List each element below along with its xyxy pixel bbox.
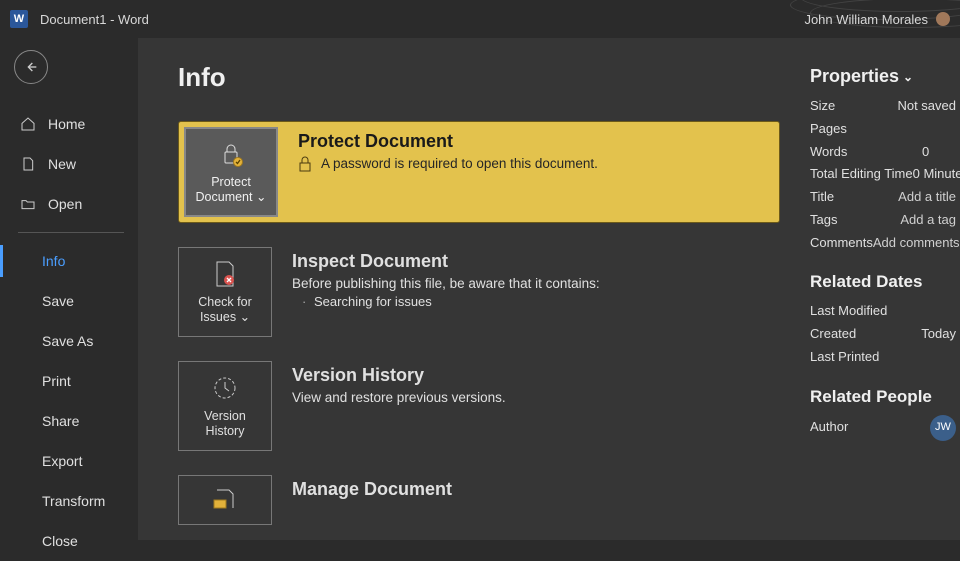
inspect-heading: Inspect Document xyxy=(292,251,600,272)
sidebar-label: Info xyxy=(42,253,65,269)
sidebar-item-save[interactable]: Save xyxy=(0,281,138,321)
author-avatar-icon[interactable]: JW xyxy=(930,415,956,441)
prop-key: Words xyxy=(810,141,922,164)
version-section: Version History Version History View and… xyxy=(178,361,810,451)
prop-row-title[interactable]: TitleAdd a title xyxy=(810,186,956,209)
prop-value[interactable]: Add a title xyxy=(898,186,956,209)
sidebar-item-share[interactable]: Share xyxy=(0,401,138,441)
sidebar-item-close[interactable]: Close xyxy=(0,521,138,561)
user-name: John William Morales xyxy=(804,12,928,27)
properties-panel: Properties ⌄ SizeNot saved Pages Words0 … xyxy=(810,62,960,540)
protect-section: Protect Document ⌄ Protect Document A pa… xyxy=(178,121,780,223)
sidebar-label: Home xyxy=(48,116,85,132)
prop-row-tags[interactable]: TagsAdd a tag xyxy=(810,209,956,232)
sidebar-label: Print xyxy=(42,373,71,389)
sidebar-item-info[interactable]: Info xyxy=(0,241,138,281)
version-history-button[interactable]: Version History xyxy=(178,361,272,451)
folder-open-icon xyxy=(20,196,36,212)
backstage-sidebar: Home New Open Info Save Save As Print Sh… xyxy=(0,38,138,540)
prop-key: Author xyxy=(810,416,922,439)
prop-row-words: Words0 xyxy=(810,141,956,164)
new-doc-icon xyxy=(20,156,36,172)
chevron-down-icon: ⌄ xyxy=(256,190,266,204)
sidebar-item-new[interactable]: New xyxy=(0,144,138,184)
manage-doc-icon xyxy=(212,484,238,514)
prop-row-comments[interactable]: CommentsAdd comments xyxy=(810,232,956,255)
prop-key: Pages xyxy=(810,118,922,141)
sidebar-item-save-as[interactable]: Save As xyxy=(0,321,138,361)
prop-key: Last Printed xyxy=(810,346,922,369)
sidebar-item-transform[interactable]: Transform xyxy=(0,481,138,521)
page-title: Info xyxy=(178,62,810,93)
lock-shield-icon xyxy=(218,139,244,169)
prop-row-pages: Pages xyxy=(810,118,956,141)
sidebar-item-open[interactable]: Open xyxy=(0,184,138,224)
prop-value[interactable]: Add a tag xyxy=(900,209,956,232)
back-button[interactable] xyxy=(14,50,48,84)
document-title: Document1 - Word xyxy=(40,12,149,27)
sidebar-item-print[interactable]: Print xyxy=(0,361,138,401)
related-people-heading: Related People xyxy=(810,387,956,407)
button-label: Version History xyxy=(183,409,267,439)
inspect-doc-icon xyxy=(212,259,238,289)
protect-desc: A password is required to open this docu… xyxy=(321,156,598,171)
lock-icon xyxy=(298,156,312,172)
prop-key: Created xyxy=(810,323,921,346)
history-icon xyxy=(211,373,239,403)
arrow-left-icon xyxy=(23,59,39,75)
sidebar-label: New xyxy=(48,156,76,172)
sidebar-label: Share xyxy=(42,413,79,429)
prop-row-author: Author JW xyxy=(810,415,956,441)
protect-heading: Protect Document xyxy=(298,131,598,152)
inspect-section: Check for Issues ⌄ Inspect Document Befo… xyxy=(178,247,810,337)
user-area[interactable]: John William Morales xyxy=(804,12,950,27)
version-desc: View and restore previous versions. xyxy=(292,390,506,405)
prop-value: Today xyxy=(921,323,956,346)
manage-heading: Manage Document xyxy=(292,479,452,500)
prop-value: 0 xyxy=(922,141,929,164)
prop-key: Last Modified xyxy=(810,300,922,323)
sidebar-label: Export xyxy=(42,453,82,469)
sidebar-item-export[interactable]: Export xyxy=(0,441,138,481)
properties-label: Properties xyxy=(810,66,899,87)
sidebar-divider xyxy=(18,232,124,233)
home-icon xyxy=(20,116,36,132)
word-app-icon: W xyxy=(10,10,28,28)
sidebar-label: Transform xyxy=(42,493,105,509)
inspect-subitem: Searching for issues xyxy=(292,294,600,309)
prop-key: Title xyxy=(810,186,898,209)
related-dates-heading: Related Dates xyxy=(810,272,956,292)
prop-row-last-printed: Last Printed xyxy=(810,346,956,369)
inspect-desc: Before publishing this file, be aware th… xyxy=(292,276,600,291)
prop-key: Total Editing Time xyxy=(810,163,913,186)
user-avatar-icon xyxy=(936,12,950,26)
manage-document-button[interactable] xyxy=(178,475,272,525)
manage-section: Manage Document xyxy=(178,475,810,525)
sidebar-label: Save xyxy=(42,293,74,309)
button-label: Protect Document xyxy=(196,175,253,204)
properties-heading[interactable]: Properties ⌄ xyxy=(810,66,956,87)
sidebar-label: Save As xyxy=(42,333,93,349)
title-bar: W Document1 - Word John William Morales xyxy=(0,0,960,38)
sidebar-label: Close xyxy=(42,533,78,549)
prop-value: Not saved xyxy=(897,95,956,118)
prop-row-size: SizeNot saved xyxy=(810,95,956,118)
prop-key: Tags xyxy=(810,209,900,232)
sidebar-item-home[interactable]: Home xyxy=(0,104,138,144)
prop-row-editing-time: Total Editing Time0 Minutes xyxy=(810,163,956,186)
chevron-down-icon: ⌄ xyxy=(240,310,250,324)
prop-key: Comments xyxy=(810,232,873,255)
sidebar-label: Open xyxy=(48,196,82,212)
prop-row-created: CreatedToday xyxy=(810,323,956,346)
prop-row-last-modified: Last Modified xyxy=(810,300,956,323)
prop-value[interactable]: Add comments xyxy=(873,232,960,255)
version-heading: Version History xyxy=(292,365,506,386)
prop-value: 0 Minutes xyxy=(913,163,960,186)
prop-key: Size xyxy=(810,95,897,118)
chevron-down-icon: ⌄ xyxy=(903,70,913,84)
protect-document-button[interactable]: Protect Document ⌄ xyxy=(184,127,278,217)
check-issues-button[interactable]: Check for Issues ⌄ xyxy=(178,247,272,337)
